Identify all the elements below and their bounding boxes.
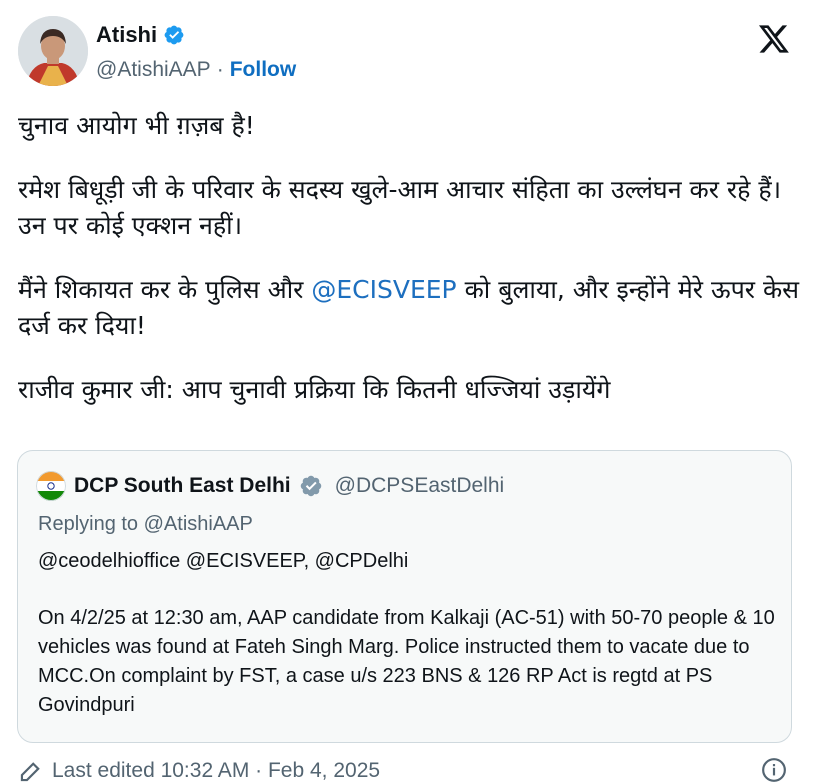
quoted-author-row: DCP South East Delhi @DCPSEastDelhi	[36, 471, 504, 501]
info-icon[interactable]	[761, 757, 787, 783]
avatar-photo	[18, 16, 88, 86]
quoted-author-avatar[interactable]	[36, 471, 66, 501]
edited-footer[interactable]: Last edited 10:32 AM · Feb 4, 2025	[18, 758, 380, 784]
quoted-author-name[interactable]: DCP South East Delhi	[74, 474, 291, 498]
follow-button[interactable]: Follow	[230, 58, 297, 82]
author-handle-row: @AtishiAAP · Follow	[96, 58, 296, 82]
author-handle[interactable]: @AtishiAAP	[96, 58, 211, 82]
paragraph-3-text-before: मैंने शिकायत कर के पुलिस और	[18, 275, 312, 304]
pencil-icon	[20, 762, 40, 782]
tweet-paragraph-4: राजीव कुमार जी: आप चुनावी प्रक्रिया कि क…	[18, 375, 611, 404]
author-avatar[interactable]	[18, 16, 88, 86]
author-name-row: Atishi	[96, 22, 185, 48]
quoted-tweet-body: @ceodelhioffice @ECISVEEP, @CPDelhi On 4…	[38, 547, 778, 720]
tweet-paragraph-3: मैंने शिकायत कर के पुलिस और @ECISVEEP को…	[18, 272, 808, 344]
flag-avatar-icon	[36, 471, 66, 501]
quoted-text: On 4/2/25 at 12:30 am, AAP candidate fro…	[38, 607, 775, 716]
tweet-paragraph-2: रमेश बिधूड़ी जी के परिवार के सदस्य खुले-…	[18, 175, 782, 240]
tweet-text: चुनाव आयोग भी ग़ज़ब है! रमेश बिधूड़ी जी …	[18, 108, 808, 436]
last-edited-text: Last edited 10:32 AM · Feb 4, 2025	[52, 759, 381, 782]
government-badge-icon	[300, 475, 321, 497]
author-name[interactable]: Atishi	[96, 22, 157, 48]
separator-dot: ·	[216, 58, 224, 81]
quoted-mentions: @ceodelhioffice @ECISVEEP, @CPDelhi	[38, 550, 409, 572]
mention-link-ecisveep[interactable]: @ECISVEEP	[311, 275, 456, 304]
x-logo-icon[interactable]	[757, 24, 791, 54]
replying-to-label: Replying to @AtishiAAP	[38, 513, 253, 535]
verified-badge-icon	[164, 25, 184, 45]
quoted-author-handle[interactable]: @DCPSEastDelhi	[335, 474, 505, 498]
quoted-tweet[interactable]: DCP South East Delhi @DCPSEastDelhi Repl…	[17, 450, 792, 743]
tweet-embed-card: Atishi @AtishiAAP · Follow चुनाव आयोग भी…	[0, 0, 817, 784]
tweet-paragraph-1: चुनाव आयोग भी ग़ज़ब है!	[18, 111, 255, 140]
